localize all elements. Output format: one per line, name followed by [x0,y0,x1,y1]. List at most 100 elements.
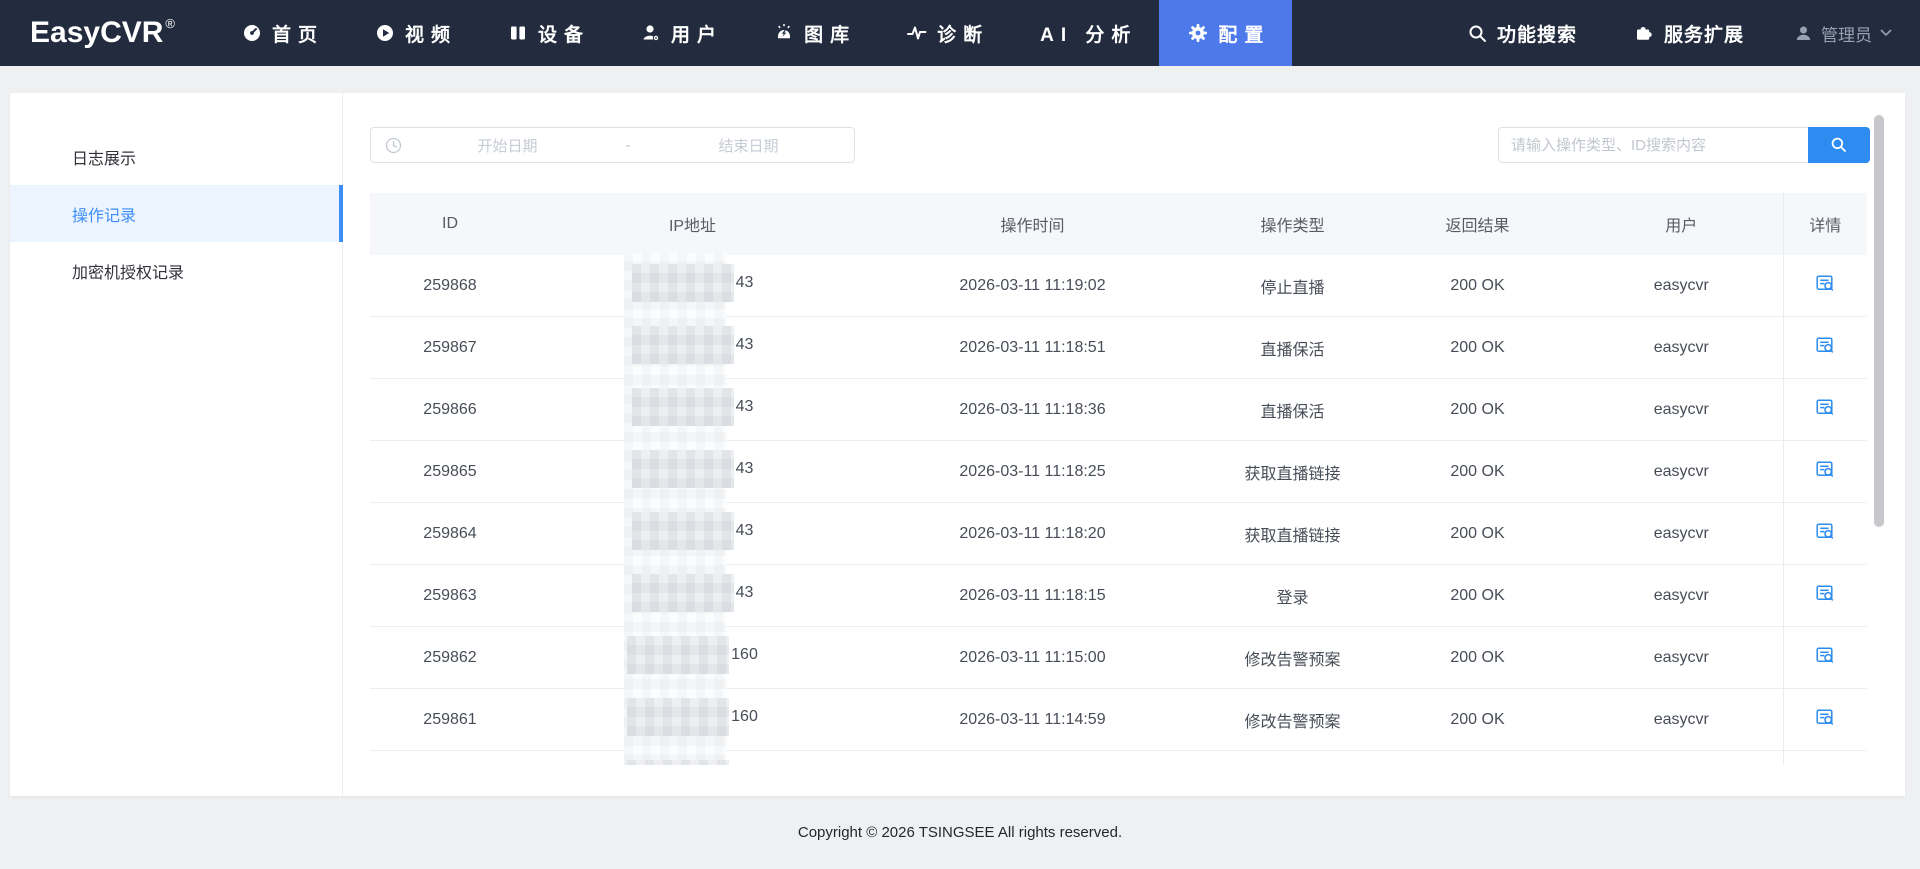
nav-item-ai-analysis[interactable]: AI 分析 [1011,0,1159,66]
cell-id: 259868 [370,255,530,317]
col-header-result: 返回结果 [1375,193,1580,255]
magnifier-icon [1830,136,1848,154]
cell-result: 200 OK [1375,750,1580,765]
cell-result: 200 OK [1375,440,1580,503]
cell-result: 200 OK [1375,255,1580,317]
clock-icon [385,137,402,154]
detail-view-button[interactable] [1815,707,1835,727]
puzzle-icon [1634,23,1654,43]
cell-detail [1782,750,1867,765]
cell-operation-type: 修改告警预案 [1210,626,1375,689]
detail-view-button[interactable] [1815,459,1835,479]
nav-item-video[interactable]: 视频 [346,0,479,66]
ip-suffix: 43 [735,522,754,539]
search-icon [1468,24,1487,43]
app-logo[interactable]: EasyCVR ® [0,0,213,66]
cell-operation-type: 修改告警预案 [1210,750,1375,765]
cell-result: 200 OK [1375,378,1580,441]
search-input[interactable] [1498,127,1808,163]
ip-redacted-block [627,698,730,736]
cell-operation-time: 2026-03-11 11:14:59 [855,688,1210,751]
col-header-user: 用户 [1580,193,1783,255]
search-group [1498,127,1870,163]
cell-user: easycvr [1580,440,1783,503]
cell-detail [1782,316,1867,379]
avatar-icon [1794,24,1813,43]
device-icon [508,23,528,43]
col-header-ip: IP地址 [530,193,855,255]
date-range-picker[interactable]: 开始日期 - 结束日期 [370,127,855,163]
col-header-time: 操作时间 [855,193,1210,255]
user-menu[interactable]: 管理员 [1772,0,1920,66]
vertical-scrollbar-thumb[interactable] [1874,115,1884,527]
sidebar-item-operation-records[interactable]: 操作记录 [10,185,343,242]
cell-operation-type: 获取直播链接 [1210,440,1375,503]
ip-suffix: 43 [735,336,754,353]
cell-result: 200 OK [1375,564,1580,627]
toolbar: 开始日期 - 结束日期 [370,127,1905,163]
cell-detail [1782,626,1867,689]
content-area: 开始日期 - 结束日期 请输入操作类型、ID搜索内容 ID IP地址 操作时间 … [343,93,1905,796]
detail-view-button[interactable] [1815,273,1835,293]
ip-suffix: 43 [735,584,754,601]
nav-item-gallery[interactable]: 图库 [745,0,878,66]
cell-operation-type: 停止直播 [1210,255,1375,317]
nav-item-device[interactable]: 设备 [479,0,612,66]
cell-user: easycvr [1580,688,1783,751]
cell-operation-type: 修改告警预案 [1210,688,1375,751]
cell-operation-type: 直播保活 [1210,316,1375,379]
nav-item-diagnosis[interactable]: 诊断 [878,0,1011,66]
operation-records-table-wrapper: ID IP地址 操作时间 操作类型 返回结果 用户 详情 259868 43 2… [370,193,1867,765]
start-date-input[interactable]: 开始日期 [402,135,613,156]
cell-id: 259860 [370,750,530,765]
nav-item-feature-search[interactable]: 功能搜索 [1439,0,1605,66]
detail-view-button[interactable] [1815,521,1835,541]
cell-operation-time: 2026-03-11 11:18:36 [855,378,1210,441]
detail-view-button[interactable] [1815,335,1835,355]
nav-item-config[interactable]: 配置 [1159,0,1293,66]
end-date-input[interactable]: 结束日期 [643,135,854,156]
dashboard-icon [242,23,262,43]
cell-operation-time: 2026-03-11 11:14:57 [855,750,1210,765]
nav-main-menu: 首页 视频 设备 用户 图库 诊断 AI 分析 配置 [213,0,1293,66]
cell-result: 200 OK [1375,502,1580,565]
ip-redacted-block [631,326,734,364]
nav-item-user[interactable]: 用户 [612,0,745,66]
cell-operation-type: 获取直播链接 [1210,502,1375,565]
col-header-type: 操作类型 [1210,193,1375,255]
col-header-id: ID [370,193,530,255]
cell-id: 259861 [370,688,530,751]
gallery-icon [774,23,794,43]
ip-suffix: 160 [731,708,758,725]
search-button[interactable] [1808,127,1870,163]
table-row: 259864 43 2026-03-11 11:18:20 获取直播链接 200… [370,502,1867,565]
log-detail-icon [1815,273,1835,293]
ip-suffix: 160 [731,646,758,663]
table-row: 259868 43 2026-03-11 11:19:02 停止直播 200 O… [370,255,1867,317]
sidebar-item-encryption-auth-records[interactable]: 加密机授权记录 [10,242,342,299]
table-body: 259868 43 2026-03-11 11:19:02 停止直播 200 O… [370,255,1867,765]
log-detail-icon [1815,459,1835,479]
cell-id: 259863 [370,564,530,627]
chevron-down-icon [1880,29,1892,37]
cell-detail [1782,688,1867,751]
detail-view-button[interactable] [1815,583,1835,603]
detail-view-button[interactable] [1815,645,1835,665]
user-name: 管理员 [1821,25,1872,45]
nav-item-service-extension[interactable]: 服务扩展 [1605,0,1772,66]
cell-user: easycvr [1580,626,1783,689]
cell-id: 259864 [370,502,530,565]
sidebar-item-log-display[interactable]: 日志展示 [10,128,342,185]
cell-detail [1782,378,1867,441]
ip-redacted-block [627,636,730,674]
cell-user: easycvr [1580,378,1783,441]
nav-item-home[interactable]: 首页 [213,0,346,66]
table-row: 259865 43 2026-03-11 11:18:25 获取直播链接 200… [370,440,1867,503]
cell-operation-type: 直播保活 [1210,378,1375,441]
cell-detail [1782,564,1867,627]
cell-result: 200 OK [1375,316,1580,379]
detail-view-button[interactable] [1815,397,1835,417]
log-detail-icon [1815,645,1835,665]
cell-id: 259865 [370,440,530,503]
cell-operation-type: 登录 [1210,564,1375,627]
